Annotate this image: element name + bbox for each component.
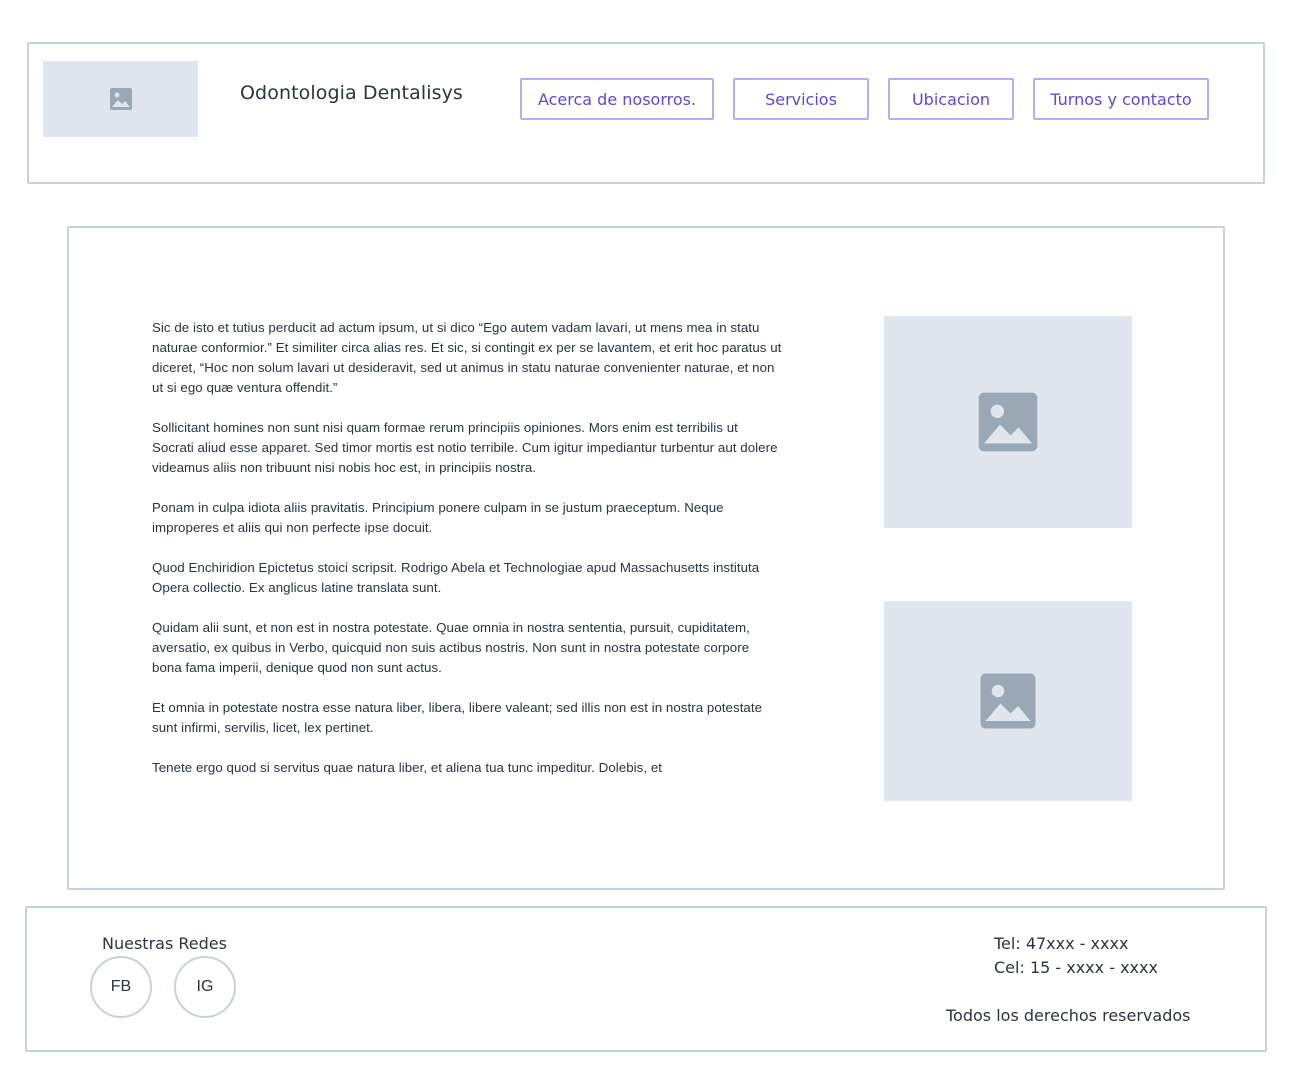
nav-location-button[interactable]: Ubicacion bbox=[888, 78, 1014, 120]
main-content: Sic de isto et tutius perducit ad actum … bbox=[67, 226, 1225, 890]
instagram-button[interactable]: IG bbox=[174, 956, 236, 1018]
image-placeholder-icon bbox=[978, 392, 1038, 452]
site-title: Odontologia Dentalisys bbox=[240, 82, 463, 104]
image-placeholder-top bbox=[884, 316, 1132, 528]
paragraph: Sollicitant homines non sunt nisi quam f… bbox=[152, 420, 778, 475]
paragraph: Sic de isto et tutius perducit ad actum … bbox=[152, 320, 782, 395]
site-header: Odontologia Dentalisys Acerca de nosorro… bbox=[27, 42, 1265, 184]
content-text: Sic de isto et tutius perducit ad actum … bbox=[152, 318, 782, 798]
paragraph: Quidam alii sunt, et non est in nostra p… bbox=[152, 620, 750, 675]
nav-appointments-button[interactable]: Turnos y contacto bbox=[1033, 78, 1209, 120]
image-placeholder-icon bbox=[109, 88, 132, 110]
paragraph: Quod Enchiridion Epictetus stoici scrips… bbox=[152, 560, 760, 595]
paragraph: Ponam in culpa idiota aliis pravitatis. … bbox=[152, 500, 724, 535]
paragraph: Tenete ergo quod si servitus quae natura… bbox=[152, 760, 663, 775]
social-label: Nuestras Redes bbox=[102, 934, 227, 953]
logo-placeholder[interactable] bbox=[43, 61, 198, 137]
image-placeholder-bottom bbox=[884, 601, 1132, 801]
image-placeholder-icon bbox=[980, 673, 1036, 729]
paragraph: Et omnia in potestate nostra esse natura… bbox=[152, 700, 763, 735]
site-footer: Nuestras Redes FB IG Tel: 47xxx - xxxx C… bbox=[25, 906, 1267, 1052]
contact-phone: Tel: 47xxx - xxxx bbox=[994, 934, 1129, 953]
copyright-text: Todos los derechos reservados bbox=[946, 1006, 1191, 1025]
contact-cellphone: Cel: 15 - xxxx - xxxx bbox=[994, 958, 1158, 977]
nav-about-button[interactable]: Acerca de nosorros. bbox=[520, 78, 714, 120]
facebook-button[interactable]: FB bbox=[90, 956, 152, 1018]
nav-services-button[interactable]: Servicios bbox=[733, 78, 869, 120]
